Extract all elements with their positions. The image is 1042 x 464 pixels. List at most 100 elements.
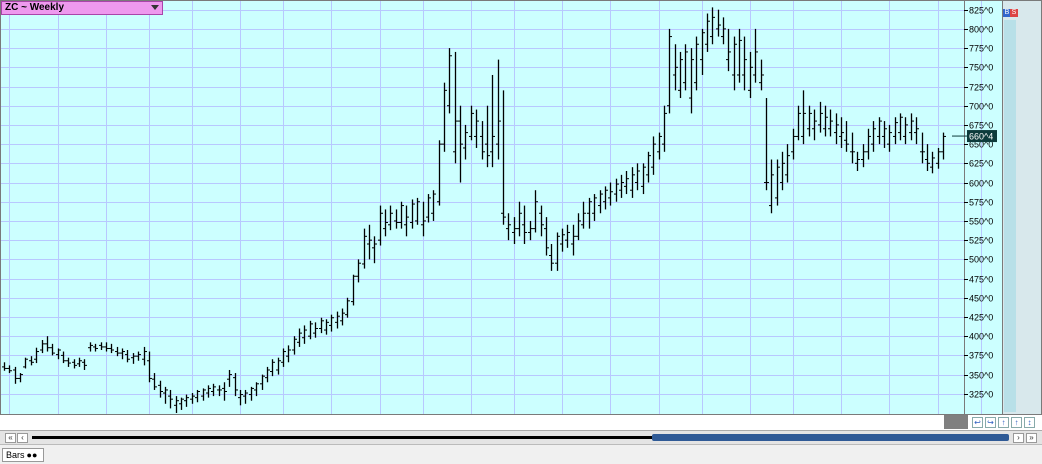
scroll-right-end-icon[interactable]: » (1026, 433, 1037, 443)
ohlc-bar (23, 357, 28, 369)
ohlc-bar (893, 117, 898, 145)
chevron-down-icon[interactable] (151, 5, 159, 10)
ohlc-bar (726, 28, 731, 72)
chart-style-label: Bars (6, 450, 25, 460)
ohlc-bar (898, 113, 903, 141)
ohlc-bar (834, 113, 839, 145)
ohlc-bar (641, 163, 646, 195)
time-axis[interactable] (0, 415, 1042, 431)
ohlc-bar (270, 359, 275, 377)
ohlc-bar (544, 217, 549, 256)
y-tick-label: 325^0 (969, 390, 993, 400)
ohlc-bar (614, 178, 619, 202)
ohlc-bar (99, 342, 104, 351)
ohlc-bar (619, 174, 624, 198)
ohlc-bar (260, 374, 265, 390)
ohlc-bar (480, 121, 485, 160)
ohlc-bar (168, 389, 173, 409)
y-tick-label: 450^0 (969, 294, 993, 304)
symbol-selector[interactable]: ZC ~ Weekly (1, 1, 163, 15)
ohlc-bar (82, 359, 87, 370)
ohlc-bar (775, 159, 780, 206)
nav-last-icon[interactable]: ↕ (1024, 417, 1035, 428)
ohlc-bar (383, 209, 388, 237)
ohlc-bar (920, 132, 925, 164)
ohlc-bar (485, 105, 490, 168)
ohlc-bar (77, 357, 82, 367)
ohlc-bar (50, 343, 55, 356)
scroll-right-icon[interactable]: › (1013, 433, 1024, 443)
ohlc-bar (410, 199, 415, 229)
ohlc-bar (136, 351, 141, 361)
ohlc-bar (109, 343, 114, 354)
ohlc-bar (667, 28, 672, 114)
ohlc-bar (839, 117, 844, 148)
ohlc-bar (399, 201, 404, 229)
ohlc-bar (705, 13, 710, 52)
ohlc-bar (93, 343, 98, 352)
ohlc-bar (463, 124, 468, 160)
ohlc-bar (517, 201, 522, 237)
y-tick-label: 400^0 (969, 332, 993, 342)
ohlc-bar (635, 163, 640, 191)
ohlc-bar (936, 147, 941, 169)
ohlc-bar (72, 359, 77, 369)
ohlc-bar (742, 36, 747, 91)
y-tick-label: 700^0 (969, 102, 993, 112)
ohlc-bar (324, 319, 329, 335)
ohlc-bar (163, 386, 168, 404)
ohlc-bar (340, 308, 345, 326)
ohlc-bar (415, 197, 420, 225)
ohlc-bar (801, 90, 806, 145)
ohlc-bar (442, 82, 447, 152)
ohlc-bar (276, 357, 281, 375)
ohlc-bar (565, 224, 570, 248)
ohlc-bar (796, 105, 801, 141)
ohlc-bar (356, 259, 361, 283)
ohlc-bar (447, 48, 452, 114)
y-tick-label: 550^0 (969, 217, 993, 227)
ohlc-bar (292, 336, 297, 355)
ohlc-bar (45, 336, 50, 352)
scroll-left-end-icon[interactable]: « (5, 433, 16, 443)
ohlc-bar (184, 394, 189, 407)
ohlc-bar (533, 190, 538, 233)
y-tick-label: 575^0 (969, 198, 993, 208)
chart-style-selector[interactable]: Bars ●● (2, 448, 44, 462)
ohlc-bar (66, 357, 71, 367)
nav-prev-icon[interactable]: ↪ (985, 417, 996, 428)
ohlc-bar (555, 232, 560, 271)
ohlc-bar (903, 117, 908, 145)
ohlc-bar (281, 348, 286, 367)
ohlc-bar (528, 220, 533, 241)
ohlc-bar (147, 351, 152, 383)
ohlc-bar (710, 7, 715, 45)
ohlc-bar (769, 159, 774, 214)
ohlc-bar (104, 342, 109, 352)
ohlc-bar (549, 243, 554, 271)
ohlc-bar (855, 151, 860, 172)
y-tick-label: 675^0 (969, 121, 993, 131)
scroll-thumb[interactable] (652, 434, 1009, 441)
nav-zoom-in-icon[interactable]: ↑ (998, 417, 1009, 428)
scroll-left-icon[interactable]: ‹ (17, 433, 28, 443)
ohlc-bar (721, 17, 726, 45)
ohlc-bar (222, 382, 227, 401)
nav-first-icon[interactable]: ↩ (972, 417, 983, 428)
ohlc-bar (598, 190, 603, 214)
ohlc-bar (125, 350, 130, 363)
ohlc-bar (823, 105, 828, 137)
scroll-track[interactable] (32, 436, 652, 439)
last-price-label: 660^4 (969, 132, 993, 142)
ohlc-bar (120, 348, 125, 360)
nav-zoom-out-icon[interactable]: ↑ (1011, 417, 1022, 428)
ohlc-bar (624, 171, 629, 195)
ohlc-bar (431, 190, 436, 221)
symbol-selector-label: ZC ~ Weekly (5, 2, 65, 13)
ohlc-bar (426, 194, 431, 223)
ohlc-bar (737, 28, 742, 83)
price-chart-svg: 325^0 350^0 375^0 400^0 425^0 450^0 475^0 500^0… (1, 1, 997, 429)
ohlc-bar (753, 28, 758, 83)
ohlc-bar (759, 59, 764, 91)
time-axis-gray-block (944, 415, 968, 429)
